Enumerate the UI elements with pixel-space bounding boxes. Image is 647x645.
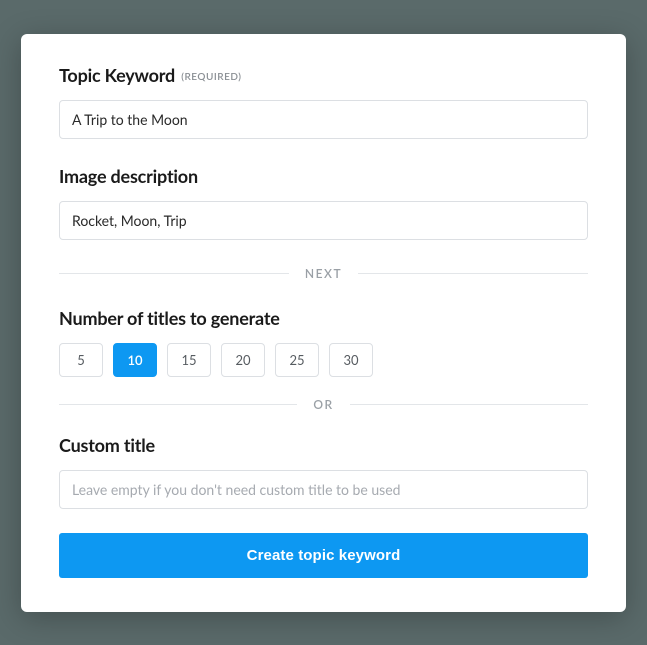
form-card: Topic Keyword (REQUIRED) Image descripti… bbox=[21, 34, 626, 612]
divider-line bbox=[59, 404, 297, 405]
title-count-option-5[interactable]: 5 bbox=[59, 343, 103, 377]
title-count-option-30[interactable]: 30 bbox=[329, 343, 373, 377]
topic-keyword-label-text: Topic Keyword bbox=[59, 64, 175, 86]
custom-title-section: Custom title bbox=[59, 434, 588, 509]
required-tag: (REQUIRED) bbox=[181, 71, 241, 83]
title-count-option-25[interactable]: 25 bbox=[275, 343, 319, 377]
next-divider-text: NEXT bbox=[289, 266, 358, 281]
topic-keyword-input[interactable] bbox=[59, 100, 588, 139]
title-count-option-20[interactable]: 20 bbox=[221, 343, 265, 377]
image-description-section: Image description bbox=[59, 165, 588, 240]
or-divider-text: OR bbox=[297, 397, 349, 412]
title-count-option-15[interactable]: 15 bbox=[167, 343, 211, 377]
divider-line bbox=[358, 273, 588, 274]
image-description-input[interactable] bbox=[59, 201, 588, 240]
next-divider: NEXT bbox=[59, 266, 588, 281]
create-topic-keyword-button[interactable]: Create topic keyword bbox=[59, 533, 588, 578]
titles-count-label: Number of titles to generate bbox=[59, 307, 588, 329]
titles-count-section: Number of titles to generate 5 10 15 20 … bbox=[59, 307, 588, 377]
or-divider: OR bbox=[59, 397, 588, 412]
image-description-label: Image description bbox=[59, 165, 588, 187]
divider-line bbox=[350, 404, 588, 405]
titles-count-options: 5 10 15 20 25 30 bbox=[59, 343, 588, 377]
topic-keyword-section: Topic Keyword (REQUIRED) bbox=[59, 64, 588, 139]
custom-title-input[interactable] bbox=[59, 470, 588, 509]
topic-keyword-label: Topic Keyword (REQUIRED) bbox=[59, 64, 588, 86]
title-count-option-10[interactable]: 10 bbox=[113, 343, 157, 377]
divider-line bbox=[59, 273, 289, 274]
custom-title-label: Custom title bbox=[59, 434, 588, 456]
